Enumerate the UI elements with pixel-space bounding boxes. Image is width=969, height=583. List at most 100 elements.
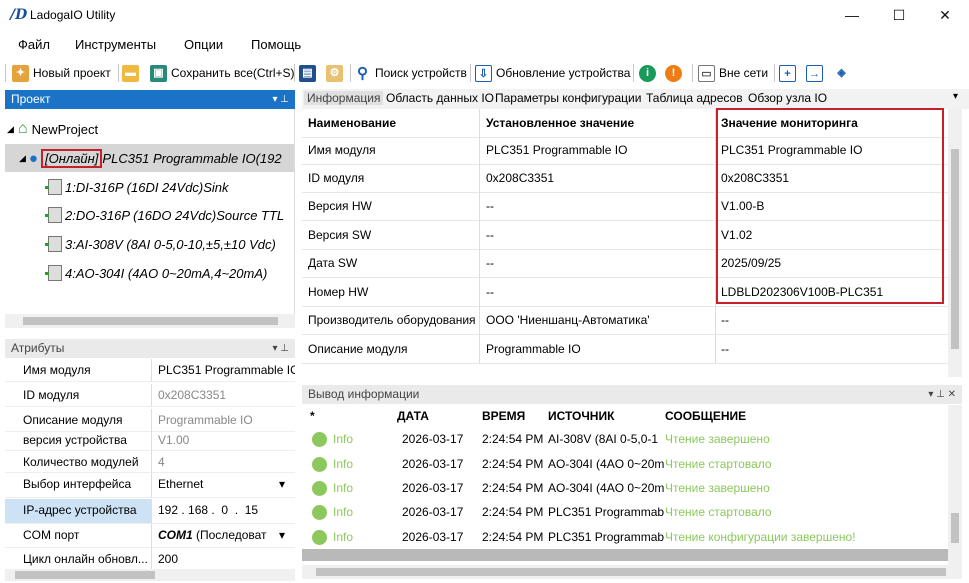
log-table-header: * ДАТА ВРЕМЯ ИСТОЧНИК СООБЩЕНИЕ [310,409,747,423]
tabs-menu-icon[interactable]: ▾ [953,91,958,102]
module-icon [45,179,62,195]
tab-io-node-overview[interactable]: Обзор узла IO [748,91,827,105]
save-all-button[interactable]: ▣ Сохранить все(Ctrl+S) [150,62,295,84]
close-button[interactable]: ✕ [922,0,968,30]
minimize-button[interactable]: — [829,0,875,30]
search-devices-button[interactable]: ⚲ Поиск устройств [354,62,467,84]
pin-icon[interactable]: ▾ ⊥ ✕ [928,385,956,404]
layers-button[interactable]: ◈ [833,62,854,84]
monitor-icon: ▭ [698,64,715,82]
online-status: [Онлайн] [40,148,103,168]
settings-button[interactable]: ⚙ [326,62,347,84]
attr-row-update-cycle: Цикл онлайн обновл... 200 [5,548,295,571]
log-row[interactable]: Info 2026-03-17 2:24:54 PM AO-304I (4AO … [302,452,948,476]
module-icon [45,207,62,223]
collapse-icon[interactable]: ◢ [19,153,26,164]
info-status-icon [312,456,327,472]
tree-module-2[interactable]: 2:DO-316P (16DO 24Vdc)Source TTL [45,201,284,229]
menu-file[interactable]: Файл [18,37,50,52]
globe-icon: ● [28,149,38,167]
gear-icon: ⚙ [326,64,343,82]
pin-icon[interactable]: ▾ ⊥ [272,90,289,109]
info-icon: i [639,64,656,82]
tree-plc-node[interactable]: ◢ ● [Онлайн] PLC351 Programmable IO(192 [5,144,294,172]
pin-icon[interactable]: ▾ ⊥ [272,339,289,358]
tree-horizontal-scrollbar[interactable] [5,314,295,328]
update-device-button[interactable]: ⇩ Обновление устройства [475,62,630,84]
log-row[interactable]: Info 2026-03-17 2:24:54 PM AO-304I (4AO … [302,476,948,500]
scroll-thumb[interactable] [15,571,155,579]
log-row[interactable]: Info 2026-03-17 2:24:54 PM PLC351 Progra… [302,500,948,524]
chevron-down-icon: ▾ [278,528,285,542]
folder-icon: ▬ [122,64,139,82]
log-vertical-scrollbar[interactable] [948,405,962,565]
warning-icon: ! [665,64,682,82]
maximize-button[interactable]: ☐ [876,0,922,30]
attr-row-ip-address: IP-адрес устройства 192 . 168 . 0 . 15 [5,499,295,524]
search-icon: ⚲ [354,64,371,82]
tab-info[interactable]: Информация [304,91,384,105]
tree-module-3[interactable]: 3:AI-308V (8AI 0-5,0-10,±5,±10 Vdc) [45,230,276,258]
info-status-icon [312,504,327,520]
attr-row-module-name: Имя модуля PLC351 Programmable IO [5,359,295,382]
open-button[interactable]: ▬ [122,62,143,84]
interface-select[interactable]: Ethernet ▾ [152,473,295,498]
info-button[interactable]: i [639,62,660,84]
title-bar: /D LadogaIO Utility — ☐ ✕ [0,0,969,30]
collapse-icon[interactable]: ◢ [7,124,14,135]
info-status-icon [312,529,327,545]
scroll-thumb[interactable] [23,317,278,325]
module-icon [45,265,62,281]
table-row[interactable]: Номер HW -- LDBLD202306V100B-PLC351 [302,278,948,307]
app-logo-icon: /D [10,7,28,23]
warning-button[interactable]: ! [665,62,686,84]
com-port-select[interactable]: COM1 (Последоват ▾ [152,524,295,548]
tab-address-table[interactable]: Таблица адресов [646,91,743,105]
update-cycle-input[interactable]: 200 [152,548,295,571]
log-row-selected[interactable] [302,549,948,561]
tree-module-1[interactable]: 1:DI-316P (16DI 24Vdc)Sink [45,173,229,201]
scroll-thumb[interactable] [951,149,959,349]
attr-row-interface: Выбор интерфейса Ethernet ▾ [5,473,295,498]
add-module-icon: + [779,64,796,82]
menu-tools[interactable]: Инструменты [75,37,156,52]
table-icon: ▤ [299,64,316,82]
tab-io-data[interactable]: Область данных IO [386,91,494,105]
tree-module-4[interactable]: 4:AO-304I (4AO 0~20mA,4~20mA) [45,259,267,287]
add-module-button[interactable]: + [779,62,800,84]
new-project-button[interactable]: ✦ Новый проект [12,62,111,84]
attributes-panel-header: Атрибуты ▾ ⊥ [5,339,295,358]
scroll-thumb[interactable] [951,513,959,543]
info-status-icon [312,480,327,496]
table-row[interactable]: Производитель оборудования ООО 'Ниеншанц… [302,306,948,335]
info-vertical-scrollbar[interactable] [948,109,962,377]
tree-root[interactable]: ◢ ⌂ NewProject [7,115,98,143]
export-button[interactable]: → [806,62,827,84]
table-button[interactable]: ▤ [299,62,320,84]
download-icon: ⇩ [475,64,492,82]
log-row[interactable]: Info 2026-03-17 2:24:54 PM AI-308V (8AI … [302,427,948,451]
table-row[interactable]: Версия HW -- V1.00-B [302,192,948,221]
project-tree: ◢ ⌂ NewProject ◢ ● [Онлайн] PLC351 Progr… [5,109,295,317]
table-row[interactable]: ID модуля 0x208C3351 0x208C3351 [302,164,948,193]
table-row[interactable]: Описание модуля Programmable IO -- [302,335,948,364]
tab-config-params[interactable]: Параметры конфигурации [495,91,641,105]
save-icon: ▣ [150,64,167,82]
attr-horizontal-scrollbar[interactable] [5,569,295,581]
attr-row-module-id: ID модуля 0x208C3351 [5,384,295,407]
new-project-icon: ✦ [12,64,29,82]
menu-options[interactable]: Опции [184,37,223,52]
table-row[interactable]: Дата SW -- 2025/09/25 [302,249,948,278]
log-panel-header: Вывод информации ▾ ⊥ ✕ [302,385,962,404]
attr-row-device-version: версия устройства V1.00 [5,429,295,451]
table-row[interactable]: Имя модуля PLC351 Programmable IO PLC351… [302,136,948,165]
export-icon: → [806,64,823,82]
ip-address-input[interactable]: 192 . 168 . 0 . 15 [152,499,295,524]
scroll-thumb[interactable] [316,568,946,576]
log-horizontal-scrollbar[interactable] [302,565,962,579]
project-panel-header: Проект ▾ ⊥ [5,90,295,109]
offline-button[interactable]: ▭ Вне сети [698,62,768,84]
menu-help[interactable]: Помощь [251,37,301,52]
log-row[interactable]: Info 2026-03-17 2:24:54 PM PLC351 Progra… [302,525,948,549]
table-row[interactable]: Версия SW -- V1.02 [302,221,948,250]
